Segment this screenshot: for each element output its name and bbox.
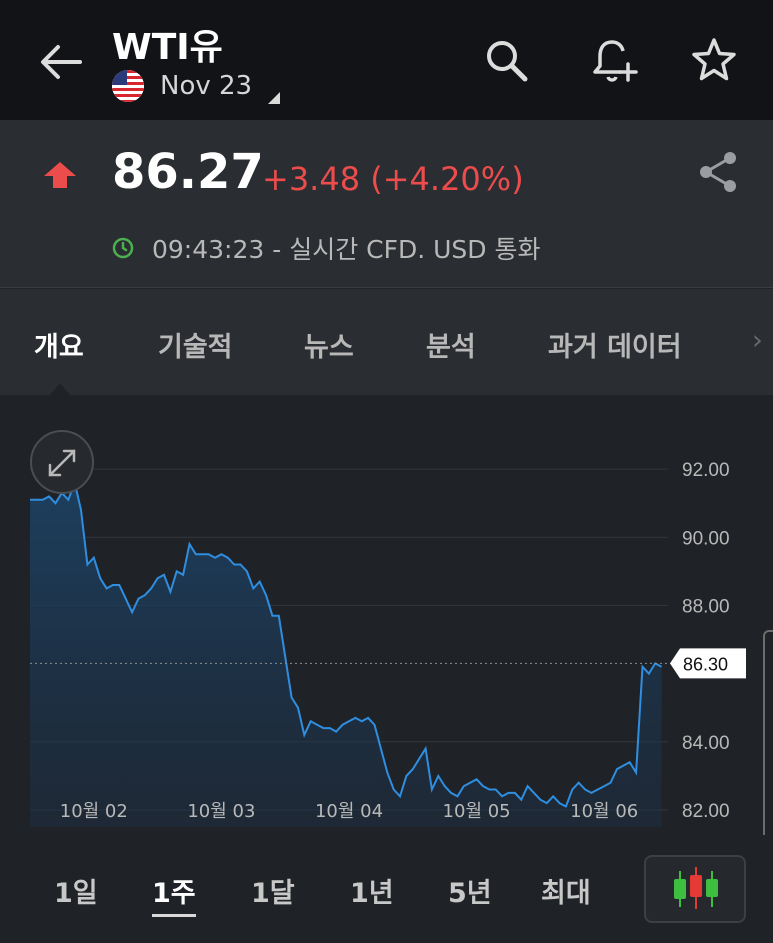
tab-overview[interactable]: 개요 (34, 325, 84, 364)
range-max[interactable]: 최대 (541, 871, 591, 910)
x-tick-label: 10월 06 (570, 801, 638, 822)
y-tick-label: 84.00 (682, 733, 730, 754)
y-tick-label: 90.00 (682, 528, 730, 549)
quote-panel: 86.27 +3.48 (+4.20%) 09:43:23 - 실시간 CFD.… (0, 120, 773, 288)
range-1w[interactable]: 1주 (152, 871, 196, 917)
x-tick-label: 10월 05 (443, 801, 511, 822)
y-tick-label: 88.00 (682, 596, 730, 617)
back-button[interactable] (34, 38, 86, 86)
tab-technical[interactable]: 기술적 (158, 325, 233, 364)
quote-timestamp: 09:43:23 - 실시간 CFD. USD 통화 (152, 235, 541, 264)
contract-label: Nov 23 (160, 71, 253, 101)
dropdown-caret-icon (268, 92, 280, 104)
range-1y[interactable]: 1년 (350, 871, 394, 910)
clock-icon (112, 237, 134, 259)
tab-news[interactable]: 뉴스 (304, 325, 354, 364)
price-area-fill (30, 482, 662, 827)
last-price-label: 86.30 (670, 648, 746, 679)
x-tick-label: 10월 04 (315, 801, 383, 822)
price-chart[interactable]: 92.00 90.00 88.00 84.00 82.00 10월 02 10월 03 10… (0, 395, 773, 882)
x-tick-label: 10월 03 (187, 801, 255, 822)
favorite-button[interactable] (688, 34, 740, 86)
search-icon (487, 41, 528, 82)
range-1m[interactable]: 1달 (251, 871, 295, 910)
instrument-title: WTI유 (112, 27, 223, 68)
search-button[interactable] (480, 34, 532, 86)
active-tab-pointer (50, 383, 70, 395)
range-5y[interactable]: 5년 (448, 871, 492, 910)
range-1d[interactable]: 1일 (54, 871, 98, 910)
add-alert-button[interactable] (588, 34, 640, 86)
tab-historical-data[interactable]: 과거 데이터 (548, 325, 682, 364)
chart-svg: 92.00 90.00 88.00 84.00 82.00 10월 02 10월 03 10… (30, 430, 746, 827)
top-app-bar: WTI유 Nov 23 (0, 0, 773, 120)
us-flag-icon (112, 70, 144, 102)
star-outline-icon (692, 38, 736, 81)
share-icon (700, 152, 736, 192)
arrow-left-icon (41, 45, 82, 79)
candlestick-icon (674, 867, 718, 909)
tab-overflow-indicator: › (752, 325, 763, 356)
bell-plus-icon (593, 40, 638, 82)
last-price: 86.27 (112, 144, 264, 200)
arrow-up-icon (42, 160, 78, 194)
y-tick-label: 82.00 (682, 801, 730, 822)
y-tick-label: 92.00 (682, 460, 730, 481)
expand-chart-button[interactable] (30, 430, 94, 494)
section-tabs: 개요 기술적 뉴스 분석 과거 데이터 › (0, 289, 773, 395)
quote-time-row: 09:43:23 - 실시간 CFD. USD 통화 (112, 230, 541, 266)
candlestick-toggle-button[interactable] (644, 855, 746, 923)
price-change: +3.48 (+4.20%) (262, 160, 524, 198)
tab-analysis[interactable]: 분석 (426, 325, 476, 364)
share-button[interactable] (694, 148, 742, 196)
x-tick-label: 10월 02 (60, 801, 128, 822)
contract-selector[interactable]: Nov 23 (112, 70, 252, 102)
time-range-selector: 1일 1주 1달 1년 5년 최대 (0, 835, 773, 943)
last-price-label-text: 86.30 (683, 654, 728, 674)
